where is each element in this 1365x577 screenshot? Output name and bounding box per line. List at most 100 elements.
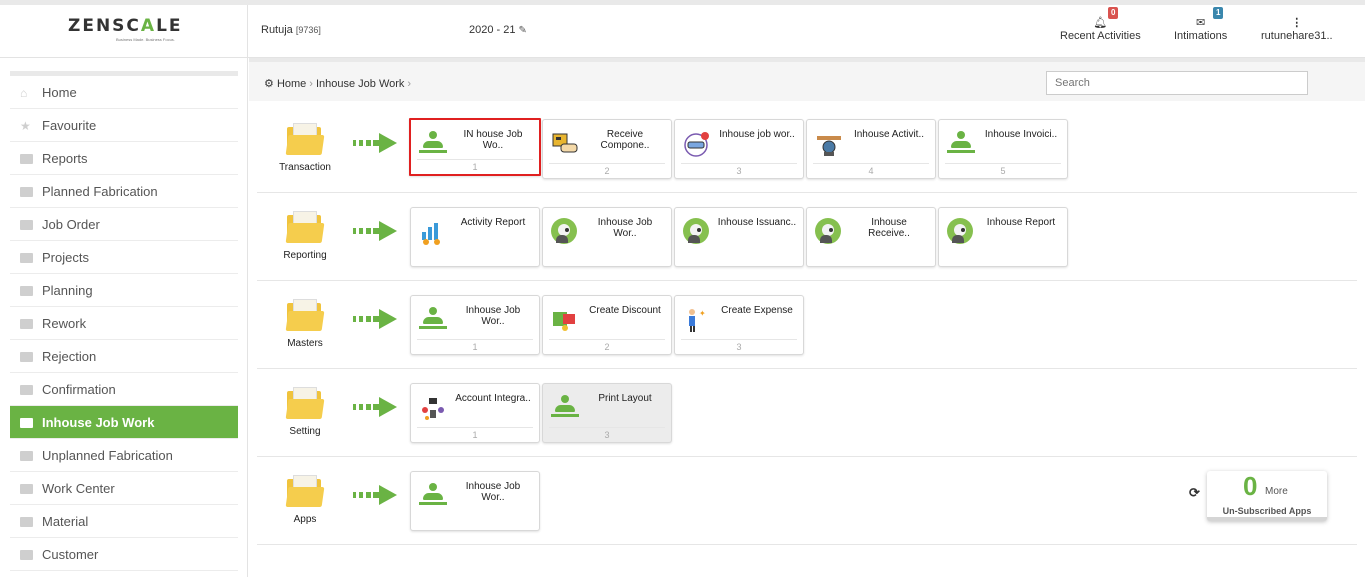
sidebar-item-favourite[interactable]: ★ Favourite xyxy=(10,109,238,142)
intimations-label: Intimations xyxy=(1174,30,1228,42)
recent-activities-button[interactable]: 🔔︎ 0 Recent Activities xyxy=(1060,7,1141,42)
sidebar-item-reports[interactable]: Reports xyxy=(10,142,238,175)
sidebar-nav: ⌂ Home ★ Favourite Reports Planned Fabricatio… xyxy=(10,71,238,571)
app-card-inhouse-job-wor[interactable]: Inhouse job wor.. 3 xyxy=(674,119,804,179)
app-card-number: 5 xyxy=(945,163,1061,176)
folder-icon xyxy=(20,418,33,428)
app-card-inhouse-receive[interactable]: Inhouse Receive.. xyxy=(806,207,936,267)
app-card-inhouse-job-wor[interactable]: Inhouse Job Wor.. xyxy=(542,207,672,267)
sidebar-item-label: Job Order xyxy=(42,217,100,232)
app-card-title: Inhouse Job Wor.. xyxy=(465,481,521,503)
folder-icon xyxy=(285,299,325,331)
sidebar-item-material[interactable]: Material xyxy=(10,505,238,538)
app-card-title: Activity Report xyxy=(460,217,526,228)
avatar-icon xyxy=(947,218,973,244)
search-input[interactable] xyxy=(1046,71,1308,95)
home-icon: ⌂ xyxy=(20,86,28,100)
zenscale-logo[interactable]: ZENSCALE xyxy=(68,16,183,36)
app-card-receive-compone[interactable]: Receive Compone.. 2 xyxy=(542,119,672,179)
folder-icon xyxy=(20,550,33,560)
app-card-number: 4 xyxy=(813,163,929,176)
app-card-inhouse-issuanc[interactable]: Inhouse Issuanc.. xyxy=(674,207,804,267)
sidebar: ⌂ Home ★ Favourite Reports Planned Fabricatio… xyxy=(0,58,248,577)
arrow-right-icon xyxy=(353,397,401,417)
group-row-reporting: Reporting Activity Report Inhouse Job Wor..… xyxy=(257,193,1357,281)
group-row-masters: Masters Inhouse Job Wor.. 1 Create Discount 2… xyxy=(257,281,1357,369)
group-label: Apps xyxy=(293,514,317,525)
intimations-button[interactable]: ✉ 1 Intimations xyxy=(1174,7,1228,42)
unsubscribed-count: 0 xyxy=(1243,471,1258,501)
more-label: More xyxy=(1265,486,1288,497)
app-card-number: 1 xyxy=(417,159,533,172)
group-label: Masters xyxy=(287,338,323,349)
group-row-apps: Apps Inhouse Job Wor.. xyxy=(257,457,1357,545)
sidebar-item-label: Rework xyxy=(42,316,87,331)
sidebar-item-unplanned-fabrication[interactable]: Unplanned Fabrication xyxy=(10,439,238,472)
sidebar-item-inhouse-job-work[interactable]: Inhouse Job Work xyxy=(10,406,238,439)
app-card-title: Inhouse Job Wor.. xyxy=(465,305,521,327)
sidebar-item-job-order[interactable]: Job Order xyxy=(10,208,238,241)
app-card-create-expense[interactable]: ✦ Create Expense 3 xyxy=(674,295,804,355)
breadcrumb-home[interactable]: Home xyxy=(277,78,306,90)
file-icon xyxy=(20,154,33,164)
sidebar-item-label: Customer xyxy=(42,547,99,562)
sidebar-item-confirmation[interactable]: Confirmation xyxy=(10,373,238,406)
dashboard-icon: ⚙ xyxy=(264,78,274,90)
refresh-icon[interactable]: ⟳ xyxy=(1189,485,1200,501)
bell-icon: 🔔︎ 0 xyxy=(1060,7,1141,30)
edit-icon[interactable]: ✎ xyxy=(518,25,526,36)
app-card-title: Account Integra.. xyxy=(455,393,531,404)
app-card-activity-report[interactable]: Activity Report xyxy=(410,207,540,267)
fiscal-year[interactable]: 2020 - 21 ✎ xyxy=(469,24,527,36)
expense-icon: ✦ xyxy=(683,306,711,334)
person-icon xyxy=(419,306,447,334)
sidebar-item-projects[interactable]: Projects xyxy=(10,241,238,274)
app-card-print-layout[interactable]: Print Layout 3 xyxy=(542,383,672,443)
logo-area: ZENSCALE Business Made. Business Focus. xyxy=(0,5,248,58)
group-label: Reporting xyxy=(283,250,327,261)
sidebar-item-customer[interactable]: Customer xyxy=(10,538,238,571)
folder-icon xyxy=(20,517,33,527)
discount-icon xyxy=(551,306,579,334)
group-label: Setting xyxy=(289,426,321,437)
app-card-title: Print Layout xyxy=(598,393,652,404)
sidebar-item-label: Unplanned Fabrication xyxy=(42,448,173,463)
sidebar-item-work-center[interactable]: Work Center xyxy=(10,472,238,505)
app-card-inhouse-job-wor[interactable]: Inhouse Job Wor.. 1 xyxy=(410,295,540,355)
app-card-inhouse-activit[interactable]: Inhouse Activit.. 4 xyxy=(806,119,936,179)
sidebar-item-label: Reports xyxy=(42,151,88,166)
folder-icon xyxy=(20,286,33,296)
app-card-title: Receive Compone.. xyxy=(600,129,650,151)
arrow-right-icon xyxy=(353,485,401,505)
app-card-number: 1 xyxy=(417,427,533,440)
unsubscribed-apps-box[interactable]: 0 More Un-Subscribed Apps xyxy=(1207,471,1327,521)
receive-icon xyxy=(551,130,579,158)
app-card-title: Inhouse Report xyxy=(986,217,1056,228)
sidebar-item-planned-fabrication[interactable]: Planned Fabrication xyxy=(10,175,238,208)
app-card-create-discount[interactable]: Create Discount 2 xyxy=(542,295,672,355)
sidebar-item-label: Planned Fabrication xyxy=(42,184,158,199)
app-card-number: 3 xyxy=(681,339,797,352)
sidebar-item-home[interactable]: ⌂ Home xyxy=(10,76,238,109)
envelope-icon: ✉ 1 xyxy=(1174,7,1227,30)
sidebar-item-label: Projects xyxy=(42,250,89,265)
sidebar-item-rejection[interactable]: Rejection xyxy=(10,340,238,373)
user-id: [9736] xyxy=(295,25,321,35)
app-card-title: Inhouse Invoici.. xyxy=(984,129,1058,140)
handshake-icon xyxy=(815,130,843,158)
recent-activities-label: Recent Activities xyxy=(1060,30,1141,42)
app-card-inhouse-report[interactable]: Inhouse Report xyxy=(938,207,1068,267)
sidebar-item-label: Rejection xyxy=(42,349,97,364)
app-card-account-integra[interactable]: Account Integra.. 1 xyxy=(410,383,540,443)
integration-icon xyxy=(419,394,447,422)
account-menu[interactable]: ⋮ rutunehare31.. xyxy=(1261,16,1333,42)
top-bar: ZENSCALE Business Made. Business Focus. … xyxy=(0,0,1365,58)
app-card-inhouse-invoici[interactable]: Inhouse Invoici.. 5 xyxy=(938,119,1068,179)
sidebar-item-rework[interactable]: Rework xyxy=(10,307,238,340)
app-card-inhouse-job-wor[interactable]: Inhouse Job Wor.. xyxy=(410,471,540,531)
avatar-icon xyxy=(815,218,841,244)
sidebar-item-planning[interactable]: Planning xyxy=(10,274,238,307)
app-card-title: Inhouse Job Wor.. xyxy=(597,217,653,239)
app-card-in-house-job-wo[interactable]: IN house Job Wo.. 1 xyxy=(409,118,541,176)
app-card-title: Create Discount xyxy=(589,305,661,316)
